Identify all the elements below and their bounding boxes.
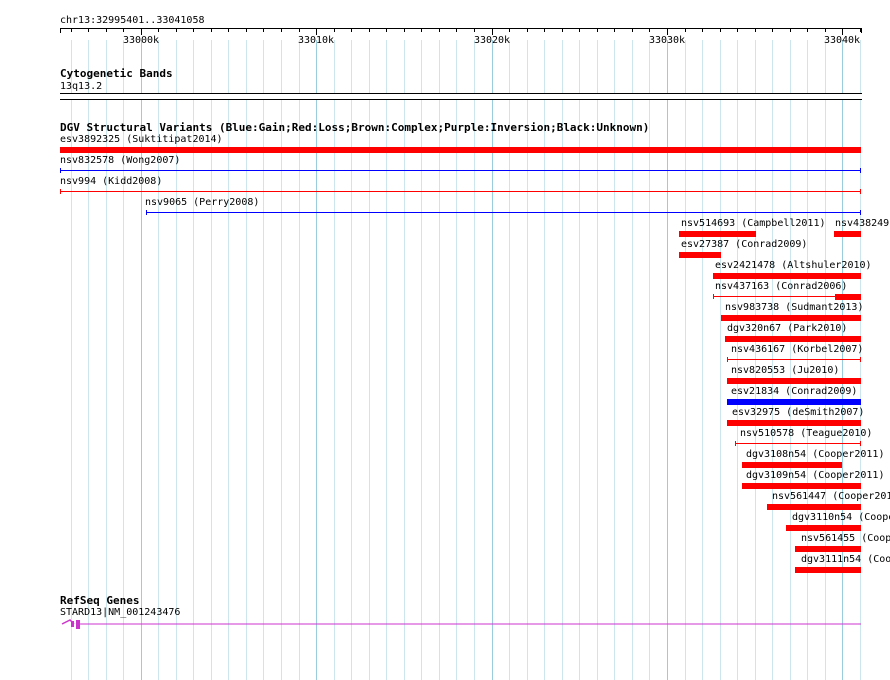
sv-feature-cap: [860, 441, 861, 446]
sv-feature-bar[interactable]: [834, 231, 861, 237]
sv-feature-bar[interactable]: [795, 546, 861, 552]
refseq-gene-feature[interactable]: [0, 616, 890, 632]
sv-feature-block: [835, 294, 861, 300]
sv-feature-bar[interactable]: [727, 420, 861, 426]
sv-feature-cap: [713, 294, 714, 299]
sv-feature-bar[interactable]: [60, 189, 861, 194]
sv-feature-bar[interactable]: [679, 252, 721, 258]
ruler-tick-label: 33010k: [297, 35, 335, 46]
sv-feature-label[interactable]: nsv436167 (Korbel2007): [731, 344, 863, 355]
cytoband-bar[interactable]: [60, 93, 862, 100]
sv-feature-label[interactable]: dgv3111n54 (Coo: [801, 554, 890, 565]
sv-feature-cap: [735, 441, 736, 446]
sv-feature-bar[interactable]: [713, 273, 861, 279]
sv-feature-bar[interactable]: [727, 357, 861, 362]
sv-feature-label[interactable]: esv3892325 (Suktitipat2014): [60, 134, 223, 145]
sv-feature-label[interactable]: nsv9065 (Perry2008): [145, 197, 259, 208]
sv-feature-cap: [146, 210, 147, 215]
sv-feature-bar[interactable]: [727, 399, 861, 405]
location-label: chr13:32995401..33041058: [60, 15, 205, 26]
sv-feature-cap: [860, 168, 861, 173]
sv-feature-cap: [727, 357, 728, 362]
sv-feature-bar[interactable]: [725, 336, 861, 342]
sv-feature-bar[interactable]: [721, 315, 861, 321]
sv-feature-cap: [60, 189, 61, 194]
ruler-tick-label: 33030k: [648, 35, 686, 46]
sv-feature-label[interactable]: nsv437163 (Conrad2006): [715, 281, 847, 292]
sv-feature-bar[interactable]: [146, 210, 861, 215]
gene-exon: [71, 621, 74, 627]
sv-feature-cap: [60, 168, 61, 173]
sv-feature-bar[interactable]: [60, 168, 861, 173]
sv-feature-bar[interactable]: [795, 567, 861, 573]
sv-feature-bar[interactable]: [786, 525, 861, 531]
sv-feature-bar[interactable]: [742, 462, 842, 468]
ruler-tick-label: 33040k: [823, 35, 861, 46]
sv-feature-label[interactable]: esv2421478 (Altshuler2010): [715, 260, 872, 271]
sv-feature-cap: [860, 357, 861, 362]
sv-feature-label[interactable]: dgv3110n54 (Coope: [792, 512, 890, 523]
sv-feature-bar[interactable]: [679, 231, 756, 237]
sv-feature-label[interactable]: dgv3109n54 (Cooper2011): [746, 470, 884, 481]
sv-feature-label[interactable]: nsv561455 (Coop: [801, 533, 890, 544]
sv-feature-label[interactable]: nsv832578 (Wong2007): [60, 155, 180, 166]
sv-feature-label[interactable]: nsv820553 (Ju2010): [731, 365, 839, 376]
sv-feature-label[interactable]: nsv514693 (Campbell2011): [681, 218, 826, 229]
sv-feature-label[interactable]: dgv3108n54 (Cooper2011): [746, 449, 884, 460]
ruler-tick-label: 33020k: [473, 35, 511, 46]
sv-feature-bar[interactable]: [713, 294, 861, 300]
cytoband-title: Cytogenetic Bands: [60, 67, 173, 80]
sv-feature-bar[interactable]: [735, 441, 861, 446]
cytoband-label: 13q13.2: [60, 81, 103, 92]
sv-feature-cap: [860, 210, 861, 215]
sv-feature-label[interactable]: nsv510578 (Teague2010): [740, 428, 872, 439]
sv-feature-bar[interactable]: [727, 378, 861, 384]
sv-feature-label[interactable]: nsv983738 (Sudmant2013): [725, 302, 863, 313]
sv-feature-label[interactable]: esv27387 (Conrad2009): [681, 239, 807, 250]
ruler-tick-label: 33000k: [122, 35, 160, 46]
sv-feature-label[interactable]: nsv561447 (Cooper201: [772, 491, 890, 502]
sv-feature-bar[interactable]: [60, 147, 861, 153]
sv-feature-label[interactable]: esv32975 (deSmith2007): [732, 407, 864, 418]
refseq-title: RefSeq Genes: [60, 594, 140, 607]
sv-feature-cap: [860, 189, 861, 194]
gene-exon: [76, 620, 80, 629]
sv-feature-label[interactable]: dgv320n67 (Park2010): [727, 323, 847, 334]
dgv-title: DGV Structural Variants (Blue:Gain;Red:L…: [60, 121, 650, 134]
sv-feature-label[interactable]: esv21834 (Conrad2009): [731, 386, 857, 397]
sv-feature-label[interactable]: nsv994 (Kidd2008): [60, 176, 162, 187]
sv-feature-bar[interactable]: [767, 504, 861, 510]
sv-feature-bar[interactable]: [742, 483, 861, 489]
sv-feature-label[interactable]: nsv438249: [835, 218, 889, 229]
